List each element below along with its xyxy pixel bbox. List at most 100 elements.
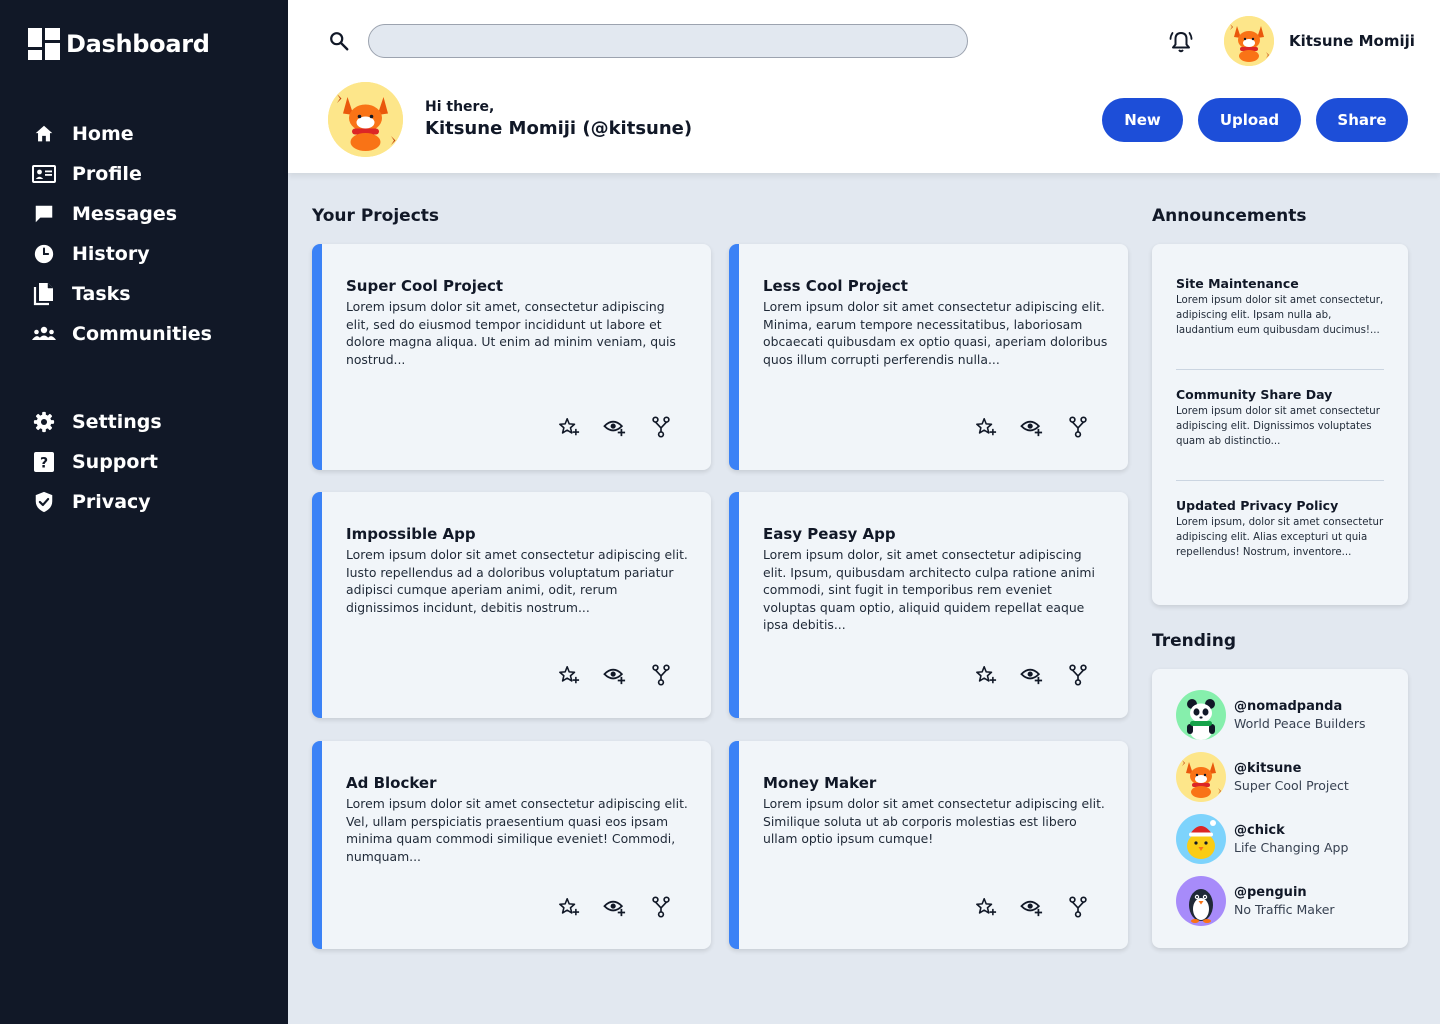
shield-icon [32, 490, 56, 514]
brand[interactable]: Dashboard [28, 28, 210, 60]
project-card[interactable]: Less Cool Project Lorem ipsum dolor sit … [729, 244, 1128, 470]
projects-title: Your Projects [312, 206, 440, 226]
star-icon[interactable] [974, 895, 998, 919]
announcement-item[interactable]: Community Share Day Lorem ipsum dolor si… [1176, 387, 1384, 449]
main-nav: Home Profile Messages History Tasks Comm… [32, 114, 212, 354]
share-button[interactable]: Share [1316, 98, 1408, 142]
star-icon[interactable] [974, 415, 998, 439]
project-card[interactable]: Ad Blocker Lorem ipsum dolor sit amet co… [312, 741, 711, 949]
sidebar-item-home[interactable]: Home [32, 114, 212, 154]
help-icon: ? [32, 450, 56, 474]
watch-icon[interactable] [603, 663, 627, 687]
star-icon[interactable] [974, 663, 998, 687]
announcements-panel: Site Maintenance Lorem ipsum dolor sit a… [1152, 244, 1408, 605]
id-card-icon [32, 162, 56, 186]
profile-avatar [328, 82, 403, 157]
fork-icon[interactable] [649, 663, 673, 687]
project-actions [557, 415, 673, 439]
sidebar-item-support[interactable]: ? Support [32, 442, 162, 482]
project-title[interactable]: Money Maker [763, 774, 876, 792]
project-title[interactable]: Less Cool Project [763, 277, 908, 295]
trending-handle[interactable]: @nomadpanda [1234, 699, 1366, 714]
announcements-title: Announcements [1152, 206, 1307, 226]
fork-icon[interactable] [649, 415, 673, 439]
sidebar-item-label: Privacy [72, 491, 151, 513]
watch-icon[interactable] [603, 895, 627, 919]
trending-project[interactable]: World Peace Builders [1234, 716, 1366, 731]
fork-icon[interactable] [1066, 895, 1090, 919]
announcement-body: Lorem ipsum, dolor sit amet consectetur … [1176, 517, 1384, 558]
trending-project[interactable]: Life Changing App [1234, 840, 1348, 855]
fork-icon[interactable] [1066, 663, 1090, 687]
project-description: Lorem ipsum dolor sit amet consectetur a… [763, 796, 1105, 846]
project-actions [557, 895, 673, 919]
gear-icon [32, 410, 56, 434]
trending-project[interactable]: No Traffic Maker [1234, 902, 1335, 917]
sidebar-item-messages[interactable]: Messages [32, 194, 212, 234]
watch-icon[interactable] [1020, 415, 1044, 439]
announcement-item[interactable]: Site Maintenance Lorem ipsum dolor sit a… [1176, 276, 1384, 338]
trending-handle[interactable]: @penguin [1234, 885, 1335, 900]
project-title[interactable]: Super Cool Project [346, 277, 503, 295]
project-actions [974, 895, 1090, 919]
star-icon[interactable] [557, 663, 581, 687]
watch-icon[interactable] [1020, 895, 1044, 919]
upload-button[interactable]: Upload [1198, 98, 1301, 142]
sidebar-item-label: History [72, 243, 150, 265]
sidebar-item-privacy[interactable]: Privacy [32, 482, 162, 522]
sidebar-item-settings[interactable]: Settings [32, 402, 162, 442]
announcement-title: Site Maintenance [1176, 276, 1299, 291]
divider [1176, 369, 1384, 370]
message-icon [32, 202, 56, 226]
bell-icon[interactable] [1168, 29, 1194, 59]
announcement-item[interactable]: Updated Privacy Policy Lorem ipsum, dolo… [1176, 498, 1384, 560]
sidebar-item-label: Support [72, 451, 158, 473]
project-title[interactable]: Impossible App [346, 525, 476, 543]
project-title[interactable]: Ad Blocker [346, 774, 436, 792]
watch-icon[interactable] [603, 415, 627, 439]
header-username[interactable]: Kitsune Momiji [1289, 32, 1415, 50]
sidebar-item-communities[interactable]: Communities [32, 314, 212, 354]
sidebar-item-label: Messages [72, 203, 178, 225]
sidebar-item-label: Home [72, 123, 134, 145]
trending-handle[interactable]: @kitsune [1234, 761, 1349, 776]
project-description: Lorem ipsum dolor, sit amet consectetur … [763, 547, 1095, 632]
project-description: Lorem ipsum dolor sit amet consectetur a… [346, 796, 688, 864]
star-icon[interactable] [557, 415, 581, 439]
trending-item[interactable]: @chick Life Changing App [1176, 814, 1348, 864]
project-card[interactable]: Super Cool Project Lorem ipsum dolor sit… [312, 244, 711, 470]
brand-title: Dashboard [66, 30, 210, 58]
announcement-body: Lorem ipsum dolor sit amet consectetur a… [1176, 406, 1380, 447]
trending-item[interactable]: @nomadpanda World Peace Builders [1176, 690, 1366, 740]
project-title[interactable]: Easy Peasy App [763, 525, 896, 543]
watch-icon[interactable] [1020, 663, 1044, 687]
trending-item[interactable]: @penguin No Traffic Maker [1176, 876, 1335, 926]
clock-icon [32, 242, 56, 266]
fox-avatar [1176, 752, 1226, 802]
sidebar-item-label: Profile [72, 163, 142, 185]
sidebar-item-label: Communities [72, 323, 212, 345]
trending-handle[interactable]: @chick [1234, 823, 1348, 838]
trending-project[interactable]: Super Cool Project [1234, 778, 1349, 793]
fork-icon[interactable] [649, 895, 673, 919]
trending-item[interactable]: @kitsune Super Cool Project [1176, 752, 1349, 802]
project-card[interactable]: Impossible App Lorem ipsum dolor sit ame… [312, 492, 711, 718]
project-card[interactable]: Money Maker Lorem ipsum dolor sit amet c… [729, 741, 1128, 949]
project-card[interactable]: Easy Peasy App Lorem ipsum dolor, sit am… [729, 492, 1128, 718]
sidebar-item-profile[interactable]: Profile [32, 154, 212, 194]
search-icon[interactable] [328, 30, 350, 56]
home-icon [32, 122, 56, 146]
star-icon[interactable] [557, 895, 581, 919]
fork-icon[interactable] [1066, 415, 1090, 439]
new-button[interactable]: New [1102, 98, 1183, 142]
sidebar-item-tasks[interactable]: Tasks [32, 274, 212, 314]
divider [1176, 480, 1384, 481]
sidebar-item-label: Tasks [72, 283, 131, 305]
user-avatar[interactable] [1224, 16, 1274, 66]
search-input[interactable] [368, 24, 968, 58]
project-actions [557, 663, 673, 687]
sidebar-item-history[interactable]: History [32, 234, 212, 274]
trending-title: Trending [1152, 631, 1237, 651]
greeting: Hi there, [425, 99, 495, 115]
sidebar: Dashboard Home Profile Messages History [0, 0, 288, 1024]
